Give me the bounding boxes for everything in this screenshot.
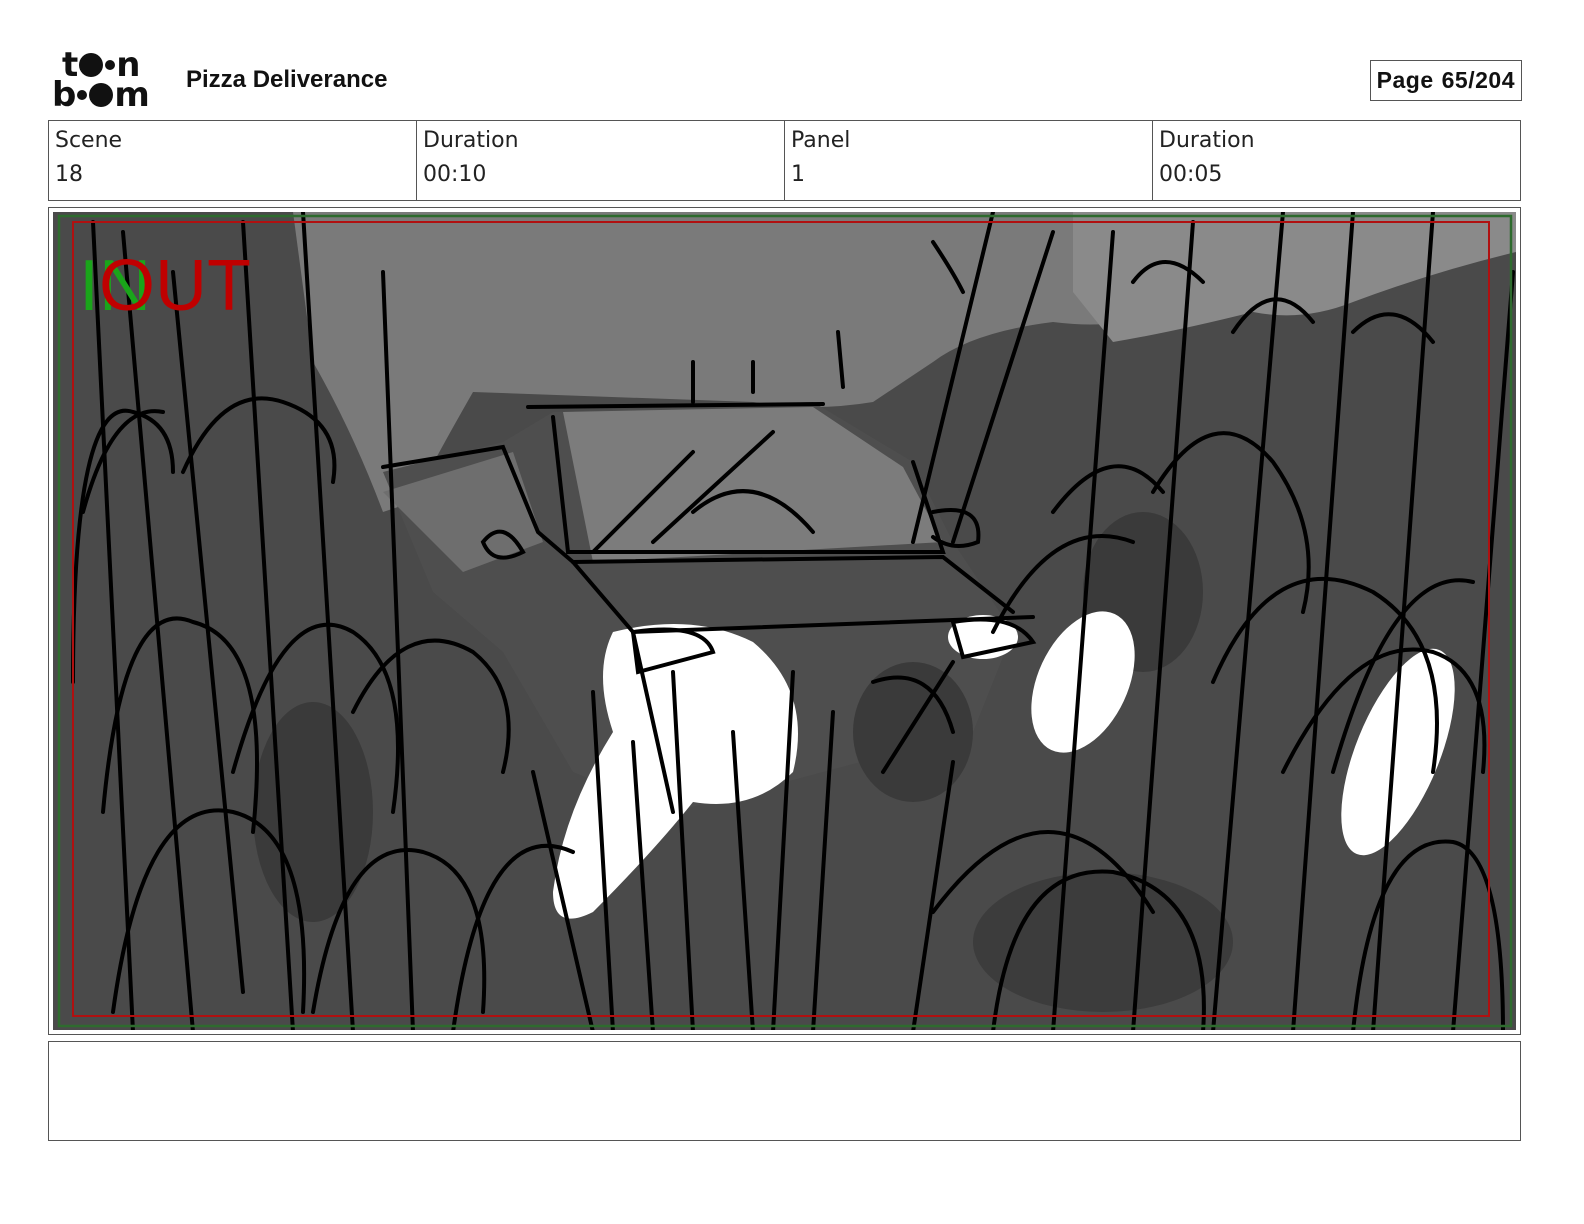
panel-duration-value: 00:05 [1159, 162, 1223, 187]
scene-label: Scene [55, 128, 123, 153]
panel-duration-label: Duration [1159, 128, 1255, 153]
panel-value: 1 [791, 162, 805, 187]
out-marker: OUT [99, 246, 251, 326]
page-label: Page [1376, 67, 1434, 93]
panel-cell: Panel 1 [785, 121, 1153, 200]
page-indicator: Page 65/204 [1369, 60, 1522, 101]
toon-boom-logo: t n b m [52, 45, 150, 115]
scene-cell: Scene 18 [49, 121, 417, 200]
scene-duration-value: 00:10 [423, 162, 487, 187]
panel-caption-box [48, 1041, 1521, 1141]
panel-label: Panel [791, 128, 851, 153]
storyboard-panel-drawing: IN OUT [53, 212, 1516, 1030]
scene-value: 18 [55, 162, 83, 187]
page-header: t n b m Pizza Deliverance Page 65/204 [48, 48, 1536, 112]
scene-duration-cell: Duration 00:10 [417, 121, 785, 200]
page-number: 65/204 [1441, 67, 1515, 93]
scene-info-table: Scene 18 Duration 00:10 Panel 1 Duration… [48, 120, 1521, 201]
panel-duration-cell: Duration 00:05 [1153, 121, 1520, 200]
storyboard-panel-frame: IN OUT [48, 207, 1521, 1035]
project-title: Pizza Deliverance [186, 66, 388, 93]
scene-duration-label: Duration [423, 128, 519, 153]
